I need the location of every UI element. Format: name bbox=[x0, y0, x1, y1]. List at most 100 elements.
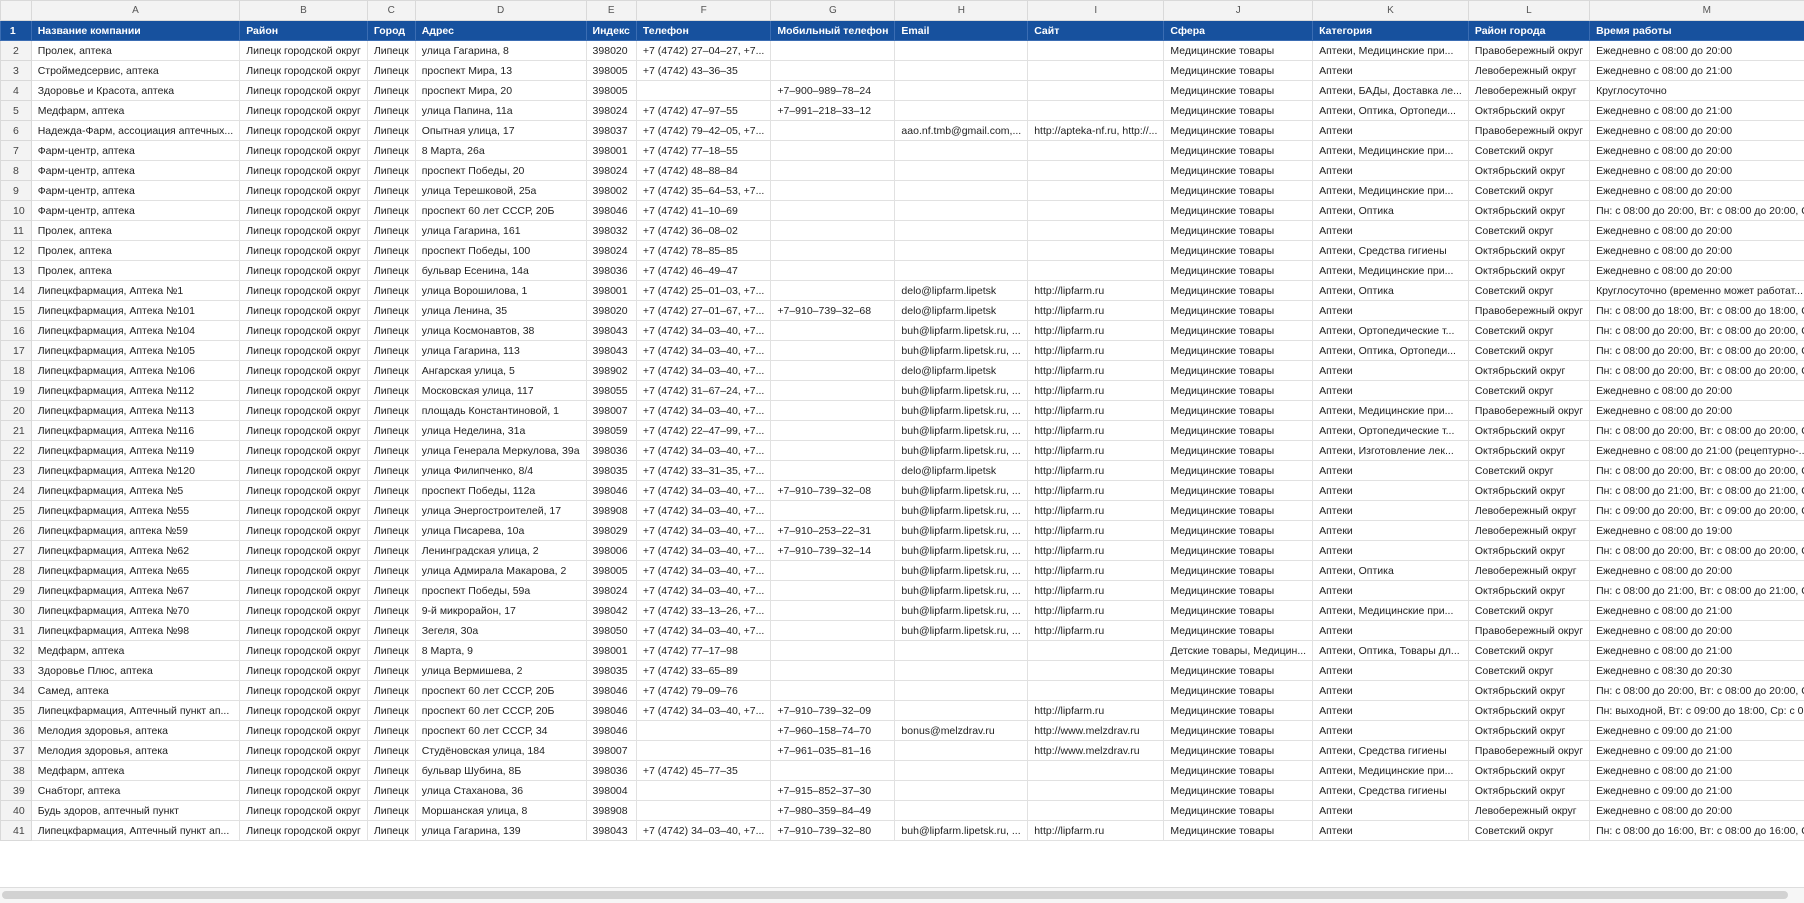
table-cell[interactable]: http://lipfarm.ru bbox=[1028, 501, 1164, 521]
table-cell[interactable] bbox=[771, 401, 895, 421]
table-cell[interactable]: http://apteka-nf.ru, http://... bbox=[1028, 121, 1164, 141]
row-number[interactable]: 4 bbox=[1, 81, 32, 101]
table-cell[interactable]: buh@lipfarm.lipetsk.ru, ... bbox=[895, 441, 1028, 461]
table-cell[interactable]: Липецк bbox=[367, 581, 415, 601]
table-cell[interactable]: 398032 bbox=[586, 221, 636, 241]
table-cell[interactable] bbox=[1028, 641, 1164, 661]
table-cell[interactable]: 398036 bbox=[586, 761, 636, 781]
column-letter-k[interactable]: K bbox=[1313, 1, 1469, 21]
table-cell[interactable]: http://lipfarm.ru bbox=[1028, 521, 1164, 541]
table-cell[interactable]: Липецк bbox=[367, 141, 415, 161]
table-cell[interactable]: Октябрьский округ bbox=[1468, 681, 1589, 701]
table-cell[interactable]: Советский округ bbox=[1468, 601, 1589, 621]
table-cell[interactable]: Ежедневно с 08:00 до 20:00 bbox=[1590, 401, 1804, 421]
table-cell[interactable]: 398020 bbox=[586, 41, 636, 61]
table-cell[interactable] bbox=[895, 61, 1028, 81]
table-cell[interactable]: Липецкфармация, Аптечный пункт ап... bbox=[31, 701, 240, 721]
table-cell[interactable]: Липецк bbox=[367, 641, 415, 661]
horizontal-scrollbar[interactable] bbox=[0, 887, 1804, 903]
table-cell[interactable]: Правобережный округ bbox=[1468, 741, 1589, 761]
column-letter-h[interactable]: H bbox=[895, 1, 1028, 21]
table-cell[interactable]: Пн: с 08:00 до 18:00, Вт: с 08:00 до 18:… bbox=[1590, 301, 1804, 321]
table-cell[interactable]: Медицинские товары bbox=[1164, 561, 1313, 581]
table-cell[interactable]: Липецк bbox=[367, 161, 415, 181]
table-cell[interactable]: Липецк bbox=[367, 741, 415, 761]
table-cell[interactable]: Медицинские товары bbox=[1164, 421, 1313, 441]
table-cell[interactable]: проспект Победы, 112а bbox=[415, 481, 586, 501]
table-cell[interactable]: Аптеки, Медицинские при... bbox=[1313, 761, 1469, 781]
table-cell[interactable]: Медицинские товары bbox=[1164, 781, 1313, 801]
table-cell[interactable]: Липецк bbox=[367, 481, 415, 501]
table-cell[interactable]: Аптеки, Медицинские при... bbox=[1313, 41, 1469, 61]
table-cell[interactable]: 398029 bbox=[586, 521, 636, 541]
table-cell[interactable]: http://lipfarm.ru bbox=[1028, 621, 1164, 641]
table-cell[interactable]: 398043 bbox=[586, 321, 636, 341]
table-cell[interactable]: http://lipfarm.ru bbox=[1028, 561, 1164, 581]
row-number[interactable]: 28 bbox=[1, 561, 32, 581]
table-cell[interactable]: Липецк bbox=[367, 761, 415, 781]
table-cell[interactable]: 398036 bbox=[586, 261, 636, 281]
table-cell[interactable]: 398046 bbox=[586, 721, 636, 741]
table-cell[interactable]: +7 (4742) 34‒03‒40, +7... bbox=[636, 521, 770, 541]
table-cell[interactable]: Пн: с 08:00 до 20:00, Вт: с 08:00 до 20:… bbox=[1590, 681, 1804, 701]
table-cell[interactable] bbox=[771, 201, 895, 221]
table-cell[interactable]: +7 (4742) 35‒64‒53, +7... bbox=[636, 181, 770, 201]
table-cell[interactable]: Аптеки, Оптика bbox=[1313, 201, 1469, 221]
table-cell[interactable]: Липецк городской округ bbox=[240, 281, 368, 301]
table-cell[interactable]: +7‒910‒739‒32‒80 bbox=[771, 821, 895, 841]
table-cell[interactable] bbox=[895, 141, 1028, 161]
header-cell[interactable]: Категория bbox=[1313, 21, 1469, 41]
table-cell[interactable]: +7 (4742) 34‒03‒40, +7... bbox=[636, 561, 770, 581]
table-cell[interactable]: http://lipfarm.ru bbox=[1028, 581, 1164, 601]
table-cell[interactable]: Ежедневно с 08:00 до 19:00 bbox=[1590, 521, 1804, 541]
table-cell[interactable]: Октябрьский округ bbox=[1468, 481, 1589, 501]
table-cell[interactable]: бульвар Есенина, 14а bbox=[415, 261, 586, 281]
table-cell[interactable]: http://lipfarm.ru bbox=[1028, 481, 1164, 501]
table-cell[interactable] bbox=[636, 741, 770, 761]
table-cell[interactable]: проспект Мира, 13 bbox=[415, 61, 586, 81]
table-cell[interactable]: Липецк bbox=[367, 401, 415, 421]
table-cell[interactable]: +7‒910‒739‒32‒08 bbox=[771, 481, 895, 501]
table-cell[interactable]: +7 (4742) 43‒36‒35 bbox=[636, 61, 770, 81]
table-cell[interactable]: Медицинские товары bbox=[1164, 201, 1313, 221]
table-cell[interactable]: +7 (4742) 33‒65‒89 bbox=[636, 661, 770, 681]
table-cell[interactable]: Липецк городской округ bbox=[240, 361, 368, 381]
table-cell[interactable]: Липецк городской округ bbox=[240, 641, 368, 661]
table-cell[interactable]: Липецк городской округ bbox=[240, 621, 368, 641]
table-cell[interactable] bbox=[895, 741, 1028, 761]
table-cell[interactable]: 398005 bbox=[586, 81, 636, 101]
table-cell[interactable] bbox=[895, 181, 1028, 201]
table-cell[interactable]: delo@lipfarm.lipetsk bbox=[895, 281, 1028, 301]
column-letter-c[interactable]: C bbox=[367, 1, 415, 21]
table-cell[interactable]: Медицинские товары bbox=[1164, 221, 1313, 241]
table-cell[interactable] bbox=[636, 801, 770, 821]
table-cell[interactable]: Аптеки bbox=[1313, 461, 1469, 481]
table-cell[interactable]: Левобережный округ bbox=[1468, 501, 1589, 521]
table-cell[interactable]: Липецк bbox=[367, 821, 415, 841]
spreadsheet-grid[interactable]: ABCDEFGHIJKLM 1 Название компанииРайонГо… bbox=[0, 0, 1804, 887]
table-cell[interactable]: Аптеки, Оптика, Ортопеди... bbox=[1313, 101, 1469, 121]
table-cell[interactable] bbox=[636, 81, 770, 101]
table-cell[interactable]: Липецк городской округ bbox=[240, 461, 368, 481]
table-cell[interactable] bbox=[895, 241, 1028, 261]
table-cell[interactable]: улица Ленина, 35 bbox=[415, 301, 586, 321]
table-cell[interactable]: Аптеки bbox=[1313, 161, 1469, 181]
table-cell[interactable]: Липецк городской округ bbox=[240, 701, 368, 721]
table-cell[interactable]: http://lipfarm.ru bbox=[1028, 821, 1164, 841]
table-cell[interactable]: 398046 bbox=[586, 481, 636, 501]
table-cell[interactable]: Октябрьский округ bbox=[1468, 701, 1589, 721]
table-cell[interactable]: Ежедневно с 08:00 до 21:00 (рецептурно-.… bbox=[1590, 441, 1804, 461]
table-cell[interactable]: +7 (4742) 27‒01‒67, +7... bbox=[636, 301, 770, 321]
table-cell[interactable]: Липецк bbox=[367, 61, 415, 81]
table-cell[interactable]: Медицинские товары bbox=[1164, 621, 1313, 641]
table-cell[interactable]: Липецк bbox=[367, 621, 415, 641]
table-cell[interactable]: Ежедневно с 08:00 до 21:00 bbox=[1590, 641, 1804, 661]
table-cell[interactable]: 398902 bbox=[586, 361, 636, 381]
table-cell[interactable]: Советский округ bbox=[1468, 341, 1589, 361]
table-cell[interactable] bbox=[771, 441, 895, 461]
column-letter-f[interactable]: F bbox=[636, 1, 770, 21]
table-cell[interactable]: Липецк городской округ bbox=[240, 601, 368, 621]
table-cell[interactable]: Липецк городской округ bbox=[240, 801, 368, 821]
table-cell[interactable] bbox=[1028, 661, 1164, 681]
table-cell[interactable] bbox=[771, 561, 895, 581]
